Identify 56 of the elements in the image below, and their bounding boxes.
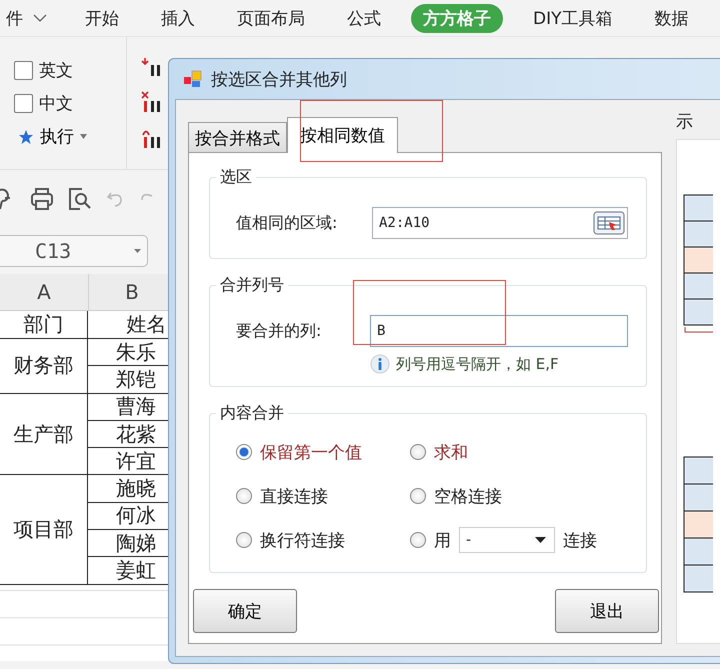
chevron-icon	[33, 14, 47, 22]
radio-button[interactable]	[236, 488, 252, 504]
ribbon-tab[interactable]: 开始	[73, 4, 131, 32]
checkbox[interactable]: 英文	[14, 59, 126, 82]
column-header[interactable]: A	[0, 274, 89, 310]
tab[interactable]: 按相同数值	[287, 117, 398, 153]
radio-button[interactable]	[236, 444, 252, 460]
caret-icon	[134, 249, 141, 253]
ribbon-tab[interactable]: 插入	[149, 4, 207, 32]
option-label[interactable]: 求和	[434, 440, 468, 464]
ribbon-tab[interactable]: 页面布局	[225, 4, 317, 32]
radio-button[interactable]	[410, 532, 426, 548]
dialog-button[interactable]: 退出	[555, 589, 659, 633]
group-title: 内容合并	[219, 403, 285, 424]
dialog-title: 按选区合并其他列	[211, 68, 347, 90]
option-label[interactable]: 空格连接	[434, 484, 502, 508]
option-label[interactable]: 换行符连接	[260, 528, 345, 552]
option-label[interactable]: 用	[434, 528, 451, 552]
ribbon-tab[interactable]: 公式	[335, 4, 393, 32]
radio-button[interactable]	[410, 488, 426, 504]
radio-button[interactable]	[410, 444, 426, 460]
tab[interactable]: 按合并格式	[188, 122, 287, 152]
group-title: 合并列号	[219, 275, 285, 296]
dialog-button[interactable]: 确定	[193, 589, 297, 633]
ribbon-tab[interactable]: 数据	[642, 4, 700, 32]
field-label: 值相同的区域:	[236, 212, 338, 234]
table-cell: 部门	[0, 311, 88, 339]
group-title: 选区	[219, 167, 253, 188]
hint-text: 列号用逗号隔开，如 E,F	[396, 354, 559, 374]
example-label: 示	[676, 111, 694, 133]
info-icon	[370, 354, 390, 374]
option-label: 连接	[563, 530, 597, 552]
table-cell: 生产部	[0, 394, 88, 476]
separator-dropdown[interactable]: -	[459, 527, 555, 553]
table-cell: 财务部	[0, 339, 88, 394]
input-field[interactable]: A2:A10	[372, 207, 628, 239]
print-icon[interactable]	[30, 188, 54, 210]
option-label[interactable]: 保留第一个值	[260, 440, 362, 464]
insert-column-icon[interactable]	[141, 57, 163, 77]
delete-column-icon[interactable]	[141, 91, 163, 113]
ribbon-tab[interactable]: DIY工具箱	[521, 4, 624, 32]
table-cell: 项目部	[0, 475, 88, 585]
input-field[interactable]: B	[370, 315, 628, 347]
app-icon	[183, 69, 203, 89]
field-label: 要合并的列:	[236, 320, 322, 342]
caret-icon	[80, 134, 87, 139]
run-button[interactable]: 执行	[14, 125, 126, 148]
range-picker-icon[interactable]	[593, 211, 625, 235]
star-icon	[18, 128, 34, 144]
file-menu[interactable]: 件	[0, 4, 59, 32]
caret-icon	[535, 537, 546, 543]
print-preview-icon[interactable]	[68, 187, 92, 211]
option-label[interactable]: 直接连接	[260, 484, 328, 508]
name-box[interactable]: C13	[0, 235, 148, 267]
checkbox[interactable]: 中文	[14, 92, 126, 115]
radio-button[interactable]	[236, 532, 252, 548]
